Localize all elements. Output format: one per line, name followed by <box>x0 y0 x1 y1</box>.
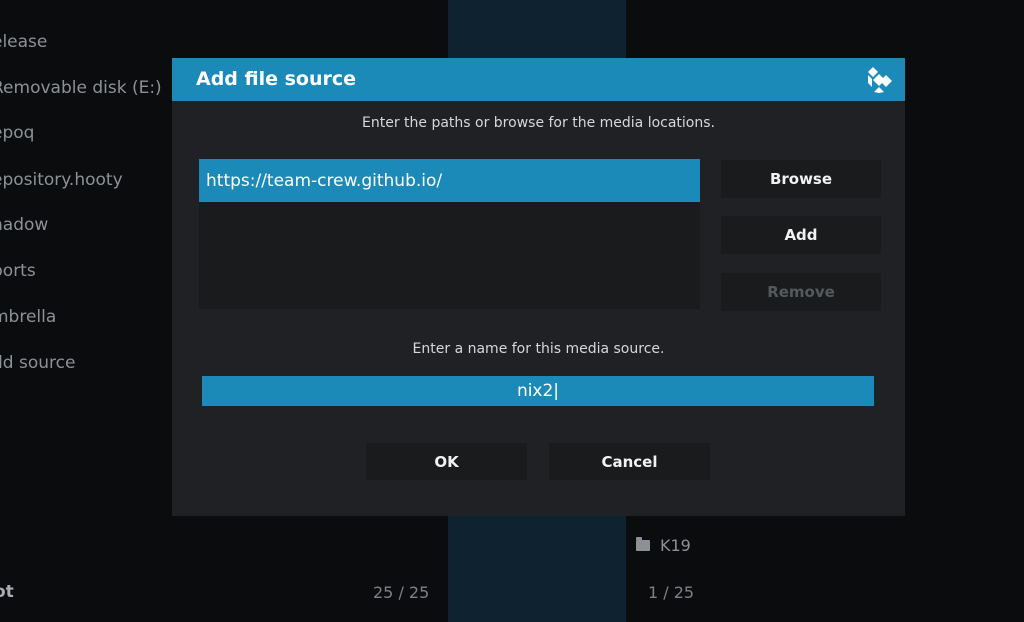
list-item[interactable]: epoq <box>0 123 34 143</box>
source-name-input[interactable]: nix2| <box>202 376 874 406</box>
list-item[interactable]: mbrella <box>0 307 56 327</box>
footer-item-count-right: 1 / 25 <box>648 583 695 602</box>
remove-button[interactable]: Remove <box>721 273 881 311</box>
list-item[interactable]: hadow <box>0 215 48 235</box>
add-file-source-dialog: Add file source Enter the paths or brows… <box>172 58 905 516</box>
browse-button[interactable]: Browse <box>721 160 881 198</box>
dialog-title: Add file source <box>196 68 357 90</box>
folder-label: K19 <box>660 536 691 555</box>
name-instruction: Enter a name for this media source. <box>412 341 665 357</box>
paths-instruction: Enter the paths or browse for the media … <box>362 115 715 131</box>
path-item[interactable]: https://team-crew.github.io/ <box>199 159 700 202</box>
dialog-header: Add file source <box>172 58 905 101</box>
list-item[interactable]: ports <box>0 261 36 281</box>
list-item[interactable]: elease <box>0 32 47 52</box>
list-item[interactable]: epository.hooty <box>0 170 123 190</box>
list-item[interactable]: Removable disk (E:) <box>0 78 162 98</box>
kodi-logo-icon <box>868 67 892 93</box>
add-button[interactable]: Add <box>721 216 881 254</box>
paths-list[interactable]: https://team-crew.github.io/ <box>199 159 700 309</box>
footer-item-count-left: 25 / 25 <box>373 583 430 602</box>
folder-item[interactable]: K19 <box>636 536 691 555</box>
cancel-button[interactable]: Cancel <box>549 443 710 480</box>
folder-icon <box>636 537 650 551</box>
list-item[interactable]: dd source <box>0 353 75 373</box>
ok-button[interactable]: OK <box>366 443 527 480</box>
footer-label: ot <box>0 582 14 602</box>
